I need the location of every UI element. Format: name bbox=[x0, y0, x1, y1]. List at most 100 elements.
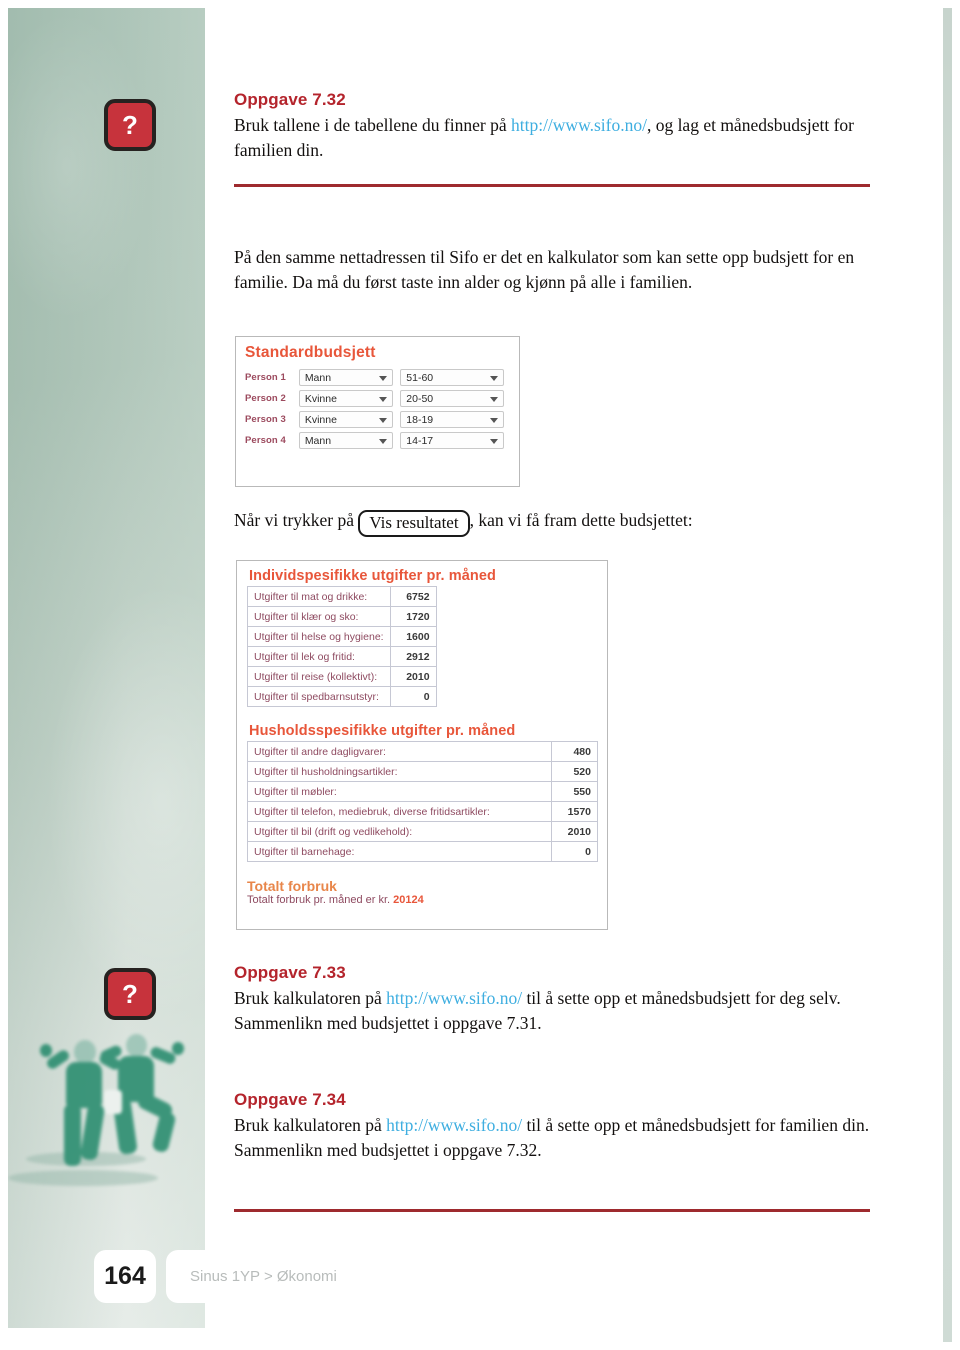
person-2-gender-value: Kvinne bbox=[304, 392, 337, 405]
chevron-down-icon bbox=[490, 438, 498, 444]
table-row: Utgifter til lek og fritid: 2912 bbox=[247, 646, 437, 667]
person-row-4: Person 4 Mann 14-17 bbox=[245, 432, 511, 449]
table-row: Utgifter til klær og sko: 1720 bbox=[247, 606, 437, 627]
person-row-1: Person 1 Mann 51-60 bbox=[245, 369, 511, 386]
sifo-link-733[interactable]: http://www.sifo.no/ bbox=[386, 988, 522, 1008]
total-prefix: Totalt forbruk pr. måned er kr. bbox=[247, 894, 394, 906]
chevron-down-icon bbox=[379, 396, 388, 402]
table-row: Utgifter til barnehage: 0 bbox=[247, 841, 598, 862]
exercise-734-line2: Sammenlikn med budsjettet i oppgave 7.32… bbox=[234, 1139, 542, 1160]
table-row: Utgifter til mat og drikke: 6752 bbox=[247, 586, 437, 607]
individual-value-4: 2010 bbox=[389, 666, 437, 687]
exercise-733-text: Bruk kalkulatoren på http://www.sifo.no/… bbox=[234, 986, 870, 1011]
exercise-732-text-part1: Bruk tallene i de tabellene du finner på bbox=[234, 115, 511, 135]
exercise-734-text-part1: Bruk kalkulatoren på bbox=[234, 1115, 387, 1135]
exercise-marker-icon-top: ? bbox=[104, 99, 156, 151]
person-2-label: Person 2 bbox=[245, 393, 286, 404]
person-4-label: Person 4 bbox=[245, 435, 286, 446]
individual-label-4: Utgifter til reise (kollektivt): bbox=[247, 666, 391, 687]
exercise-733-text-part2: til å sette opp et månedsbudsjett for de… bbox=[522, 988, 841, 1008]
intro-paragraph: På den samme nettadressen til Sifo er de… bbox=[234, 247, 855, 292]
right-edge-strip bbox=[943, 8, 952, 1342]
standardbudsjett-title: Standardbudsjett bbox=[245, 344, 376, 361]
standardbudsjett-screenshot: Standardbudsjett Person 1 Mann 51-60 Per… bbox=[235, 336, 520, 487]
exercise-733-block: Oppgave 7.33 Bruk kalkulatoren på http:/… bbox=[234, 963, 870, 1036]
total-consumption-block: Totalt forbruk Totalt forbruk pr. måned … bbox=[247, 878, 598, 906]
chevron-down-icon bbox=[490, 396, 498, 402]
person-1-gender-value: Mann bbox=[304, 371, 332, 384]
chevron-down-icon bbox=[379, 375, 388, 381]
result-sentence-before: Når vi trykker på bbox=[234, 510, 355, 530]
individual-label-0: Utgifter til mat og drikke: bbox=[247, 586, 391, 607]
textbook-page: ? Oppgave 7.32 Bruk tallene i de tabelle… bbox=[0, 0, 960, 1350]
individual-expenses-heading: Individspesifikke utgifter pr. måned bbox=[249, 568, 496, 584]
person-3-gender-select[interactable]: Kvinne bbox=[298, 411, 394, 428]
individual-label-3: Utgifter til lek og fritid: bbox=[247, 646, 391, 667]
person-3-age-value: 18-19 bbox=[406, 413, 434, 426]
table-row: Utgifter til telefon, mediebruk, diverse… bbox=[247, 801, 598, 822]
question-mark-glyph: ? bbox=[122, 979, 138, 1009]
household-label-4: Utgifter til bil (drift og vedlikehold): bbox=[247, 821, 552, 842]
table-row: Utgifter til helse og hygiene: 1600 bbox=[247, 626, 437, 647]
table-row: Utgifter til reise (kollektivt): 2010 bbox=[247, 666, 437, 687]
section-divider-bottom bbox=[234, 1209, 870, 1212]
individual-value-0: 6752 bbox=[389, 586, 437, 607]
section-divider-top bbox=[234, 184, 870, 187]
person-4-age-select[interactable]: 14-17 bbox=[400, 432, 504, 449]
individual-expenses-table: Utgifter til mat og drikke: 6752 Utgifte… bbox=[247, 586, 437, 707]
chevron-down-icon bbox=[379, 417, 388, 423]
household-expenses-heading: Husholdsspesifikke utgifter pr. måned bbox=[249, 723, 516, 739]
question-mark-glyph: ? bbox=[122, 110, 138, 140]
exercise-733-text-part1: Bruk kalkulatoren på bbox=[234, 988, 387, 1008]
person-1-gender-select[interactable]: Mann bbox=[298, 369, 394, 386]
individual-label-2: Utgifter til helse og hygiene: bbox=[247, 626, 391, 647]
page-number: 164 bbox=[104, 1262, 146, 1290]
person-4-age-value: 14-17 bbox=[406, 434, 434, 447]
table-row: Utgifter til bil (drift og vedlikehold):… bbox=[247, 821, 598, 842]
person-3-age-select[interactable]: 18-19 bbox=[400, 411, 504, 428]
household-label-3: Utgifter til telefon, mediebruk, diverse… bbox=[247, 801, 552, 822]
result-sentence-after: , kan vi få fram dette budsjettet: bbox=[469, 510, 693, 530]
table-row: Utgifter til andre dagligvarer: 480 bbox=[247, 741, 598, 762]
person-2-age-select[interactable]: 20-50 bbox=[400, 390, 504, 407]
person-row-2: Person 2 Kvinne 20-50 bbox=[245, 390, 511, 407]
exercise-733-title: Oppgave 7.33 bbox=[234, 963, 346, 982]
budget-result-screenshot: Individspesifikke utgifter pr. måned Utg… bbox=[236, 560, 608, 930]
sifo-link-732[interactable]: http://www.sifo.no/ bbox=[511, 115, 647, 135]
vis-resultatet-button[interactable]: Vis resultatet bbox=[358, 510, 470, 538]
household-value-5: 0 bbox=[551, 841, 598, 862]
person-4-gender-select[interactable]: Mann bbox=[298, 432, 394, 449]
decorative-sidebar-photo bbox=[8, 8, 205, 1328]
exercise-732-title: Oppgave 7.32 bbox=[234, 90, 346, 109]
exercise-734-text: Bruk kalkulatoren på http://www.sifo.no/… bbox=[234, 1113, 870, 1138]
chevron-down-icon bbox=[379, 438, 388, 444]
individual-value-1: 1720 bbox=[389, 606, 437, 627]
person-2-age-value: 20-50 bbox=[406, 392, 434, 405]
person-3-label: Person 3 bbox=[245, 414, 286, 425]
household-value-1: 520 bbox=[551, 761, 598, 782]
exercise-732-text: Bruk tallene i de tabellene du finner på… bbox=[234, 113, 870, 163]
individual-label-5: Utgifter til spedbarnsutstyr: bbox=[247, 686, 391, 707]
individual-value-5: 0 bbox=[389, 686, 437, 707]
exercise-marker-icon-bottom: ? bbox=[104, 968, 156, 1020]
household-value-3: 1570 bbox=[551, 801, 598, 822]
page-number-box: 164 bbox=[94, 1250, 156, 1303]
exercise-734-text-part2: til å sette opp et månedsbudsjett for fa… bbox=[522, 1115, 870, 1135]
household-value-0: 480 bbox=[551, 741, 598, 762]
total-amount: 20124 bbox=[393, 894, 424, 906]
person-2-gender-select[interactable]: Kvinne bbox=[298, 390, 394, 407]
household-value-4: 2010 bbox=[551, 821, 598, 842]
person-1-age-select[interactable]: 51-60 bbox=[400, 369, 504, 386]
household-label-0: Utgifter til andre dagligvarer: bbox=[247, 741, 552, 762]
exercise-734-title: Oppgave 7.34 bbox=[234, 1090, 346, 1109]
individual-value-3: 2912 bbox=[389, 646, 437, 667]
sifo-link-734[interactable]: http://www.sifo.no/ bbox=[386, 1115, 522, 1135]
exercise-734-block: Oppgave 7.34 Bruk kalkulatoren på http:/… bbox=[234, 1090, 870, 1163]
jumping-people-silhouette bbox=[8, 1020, 204, 1250]
table-row: Utgifter til møbler: 550 bbox=[247, 781, 598, 802]
household-label-1: Utgifter til husholdningsartikler: bbox=[247, 761, 552, 782]
result-sentence: Når vi trykker på Vis resultatet, kan vi… bbox=[234, 508, 870, 538]
household-label-2: Utgifter til møbler: bbox=[247, 781, 552, 802]
household-label-5: Utgifter til barnehage: bbox=[247, 841, 552, 862]
household-value-2: 550 bbox=[551, 781, 598, 802]
